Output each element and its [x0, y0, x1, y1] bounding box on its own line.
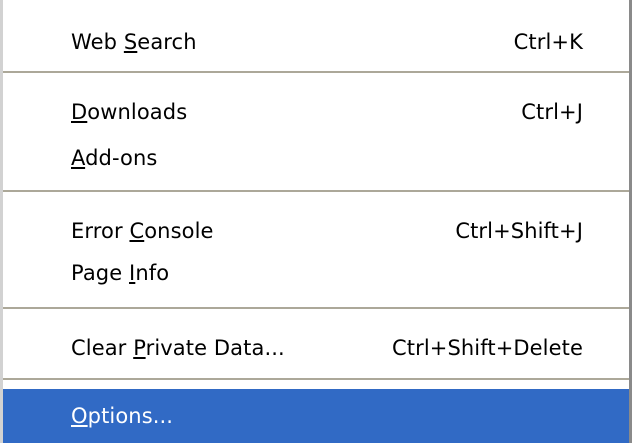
- menu-item-options[interactable]: Options...: [3, 389, 629, 443]
- tools-menu: Web Search Ctrl+K Downloads Ctrl+J Add-o…: [0, 0, 632, 443]
- menu-item-label: Web Search: [71, 30, 197, 54]
- menu-item-label: Add-ons: [71, 146, 158, 170]
- menu-item-page-info[interactable]: Page Info: [3, 245, 629, 301]
- menu-separator: [3, 71, 629, 74]
- menu-item-label: Clear Private Data...: [71, 336, 285, 360]
- menu-separator: [3, 307, 629, 310]
- menu-item-label: Options...: [71, 404, 174, 428]
- menu-item-shortcut: Ctrl+Shift+Delete: [392, 336, 583, 360]
- menu-item-label: Error Console: [71, 219, 214, 243]
- menu-item-shortcut: Ctrl+J: [521, 100, 583, 124]
- menu-item-web-search[interactable]: Web Search Ctrl+K: [3, 14, 629, 70]
- menu-item-shortcut: Ctrl+K: [513, 30, 583, 54]
- menu-item-label: Downloads: [71, 100, 188, 124]
- menu-separator: [3, 378, 629, 381]
- menu-item-clear-private-data[interactable]: Clear Private Data... Ctrl+Shift+Delete: [3, 320, 629, 376]
- menu-item-label: Page Info: [71, 261, 170, 285]
- menu-item-add-ons[interactable]: Add-ons: [3, 130, 629, 186]
- menu-separator: [3, 190, 629, 193]
- menu-item-shortcut: Ctrl+Shift+J: [455, 219, 583, 243]
